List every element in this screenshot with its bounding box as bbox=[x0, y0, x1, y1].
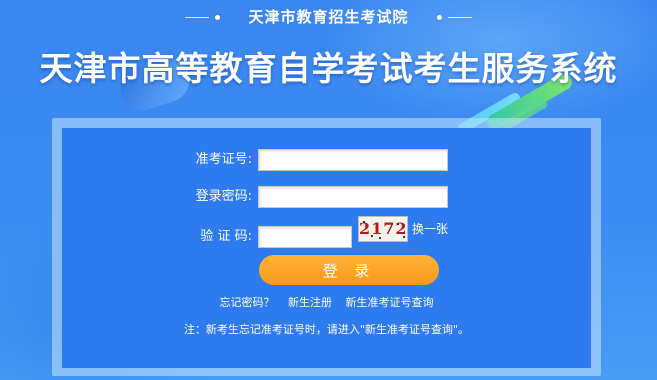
exam-id-label: 准考证号: bbox=[195, 152, 252, 167]
subtitle-left-line bbox=[185, 17, 210, 18]
exam-id-row: 准考证号: bbox=[62, 147, 591, 173]
new-exam-id-query-link[interactable]: 新生准考证号查询 bbox=[346, 296, 434, 309]
login-panel: 准考证号: 登录密码: 验 证 码: 2172 换一张 登 录 忘记密码？ 新生… bbox=[62, 128, 591, 368]
exam-id-input[interactable] bbox=[258, 149, 448, 171]
refresh-captcha-link[interactable]: 换一张 bbox=[412, 220, 448, 237]
password-input[interactable] bbox=[258, 186, 448, 208]
captcha-noise-dot bbox=[371, 235, 373, 237]
captcha-noise-dot bbox=[379, 237, 381, 239]
password-row: 登录密码: bbox=[62, 184, 591, 210]
captcha-row: 验 证 码: bbox=[62, 224, 591, 250]
password-label: 登录密码: bbox=[195, 189, 252, 204]
header-subtitle-wrap: 天津市教育招生考试院 bbox=[0, 6, 657, 27]
new-register-link[interactable]: 新生注册 bbox=[288, 296, 332, 309]
login-button[interactable]: 登 录 bbox=[259, 255, 439, 285]
captcha-noise-dot bbox=[363, 221, 365, 223]
captcha-image[interactable]: 2172 bbox=[358, 216, 408, 242]
subtitle-right-line bbox=[447, 17, 472, 18]
subtitle-left-dot bbox=[215, 15, 221, 20]
notice-text: 注：新考生忘记准考证号时，请进入"新生准考证号查询"。 bbox=[183, 323, 470, 336]
subtitle-right-dot bbox=[436, 15, 442, 20]
page-title: 天津市高等教育自学考试考生服务系统 bbox=[39, 49, 618, 88]
forgot-password-link[interactable]: 忘记密码？ bbox=[220, 296, 275, 309]
header-subtitle: 天津市教育招生考试院 bbox=[248, 8, 409, 26]
captcha-label: 验 证 码: bbox=[200, 229, 252, 244]
captcha-noise-dot bbox=[403, 236, 405, 238]
links-row: 忘记密码？ 新生注册 新生准考证号查询 bbox=[62, 294, 591, 310]
captcha-image-text: 2172 bbox=[359, 219, 408, 238]
captcha-input[interactable] bbox=[258, 226, 352, 248]
captcha-noise-dot bbox=[397, 223, 399, 225]
